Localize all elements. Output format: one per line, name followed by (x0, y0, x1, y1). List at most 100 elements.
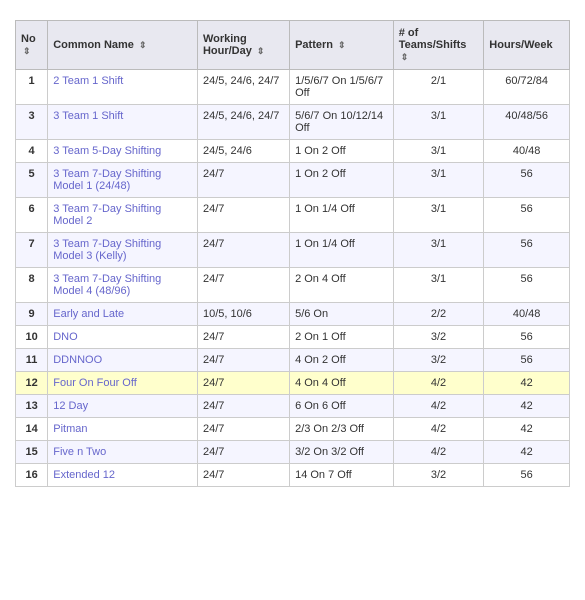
cell-hours: 42 (484, 395, 570, 418)
table-row: 14Pitman24/72/3 On 2/3 Off4/242 (16, 418, 570, 441)
main-container: No ⇕ Common Name ⇕ Working Hour/Day ⇕ Pa… (0, 0, 585, 507)
cell-no: 12 (16, 372, 48, 395)
cell-hours: 42 (484, 372, 570, 395)
table-row: 12Four On Four Off24/74 On 4 Off4/242 (16, 372, 570, 395)
cell-pattern: 1 On 2 Off (290, 140, 394, 163)
header-hours-label: Hours/Week (489, 39, 552, 51)
cell-working: 24/7 (197, 268, 289, 303)
cell-pattern: 14 On 7 Off (290, 464, 394, 487)
header-no-label: No (21, 33, 36, 45)
cell-name[interactable]: Four On Four Off (48, 372, 198, 395)
cell-hours: 42 (484, 441, 570, 464)
cell-pattern: 3/2 On 3/2 Off (290, 441, 394, 464)
cell-name[interactable]: Extended 12 (48, 464, 198, 487)
cell-working: 24/7 (197, 163, 289, 198)
col-header-pattern[interactable]: Pattern ⇕ (290, 21, 394, 70)
cell-hours: 40/48 (484, 303, 570, 326)
table-row: 63 Team 7-Day Shifting Model 224/71 On 1… (16, 198, 570, 233)
cell-name[interactable]: Early and Late (48, 303, 198, 326)
sort-arrow-name: ⇕ (139, 40, 147, 51)
header-pattern-label: Pattern (295, 39, 333, 51)
cell-no: 15 (16, 441, 48, 464)
cell-no: 7 (16, 233, 48, 268)
cell-name[interactable]: DDNNOO (48, 349, 198, 372)
cell-working: 24/7 (197, 233, 289, 268)
cell-no: 8 (16, 268, 48, 303)
cell-no: 10 (16, 326, 48, 349)
cell-teams: 4/2 (393, 395, 484, 418)
cell-teams: 4/2 (393, 441, 484, 464)
cell-name[interactable]: Pitman (48, 418, 198, 441)
cell-no: 9 (16, 303, 48, 326)
cell-working: 24/7 (197, 198, 289, 233)
cell-name[interactable]: 3 Team 7-Day Shifting Model 1 (24/48) (48, 163, 198, 198)
cell-no: 13 (16, 395, 48, 418)
cell-teams: 4/2 (393, 372, 484, 395)
cell-no: 4 (16, 140, 48, 163)
cell-teams: 3/2 (393, 349, 484, 372)
sort-arrow-working: ⇕ (257, 46, 265, 57)
cell-name[interactable]: 3 Team 7-Day Shifting Model 3 (Kelly) (48, 233, 198, 268)
cell-no: 16 (16, 464, 48, 487)
cell-pattern: 4 On 2 Off (290, 349, 394, 372)
cell-teams: 3/1 (393, 268, 484, 303)
table-row: 53 Team 7-Day Shifting Model 1 (24/48)24… (16, 163, 570, 198)
cell-teams: 2/2 (393, 303, 484, 326)
cell-teams: 3/1 (393, 198, 484, 233)
header-name-label: Common Name (53, 39, 134, 51)
cell-pattern: 5/6/7 On 10/12/14 Off (290, 105, 394, 140)
col-header-no[interactable]: No ⇕ (16, 21, 48, 70)
cell-pattern: 1 On 1/4 Off (290, 198, 394, 233)
cell-hours: 40/48/56 (484, 105, 570, 140)
cell-working: 24/7 (197, 464, 289, 487)
cell-hours: 56 (484, 326, 570, 349)
table-row: 9Early and Late10/5, 10/65/6 On2/240/48 (16, 303, 570, 326)
cell-pattern: 2/3 On 2/3 Off (290, 418, 394, 441)
cell-hours: 40/48 (484, 140, 570, 163)
cell-name[interactable]: 3 Team 5-Day Shifting (48, 140, 198, 163)
sort-arrow-teams: ⇕ (401, 52, 409, 63)
col-header-working[interactable]: Working Hour/Day ⇕ (197, 21, 289, 70)
table-body: 12 Team 1 Shift24/5, 24/6, 24/71/5/6/7 O… (16, 70, 570, 487)
cell-working: 24/7 (197, 349, 289, 372)
cell-teams: 2/1 (393, 70, 484, 105)
cell-pattern: 1 On 2 Off (290, 163, 394, 198)
cell-teams: 4/2 (393, 418, 484, 441)
cell-name[interactable]: DNO (48, 326, 198, 349)
table-row: 83 Team 7-Day Shifting Model 4 (48/96)24… (16, 268, 570, 303)
cell-hours: 56 (484, 268, 570, 303)
header-working-label: Working Hour/Day (203, 33, 252, 57)
cell-working: 24/7 (197, 372, 289, 395)
cell-working: 24/5, 24/6, 24/7 (197, 105, 289, 140)
cell-name[interactable]: Five n Two (48, 441, 198, 464)
cell-working: 24/7 (197, 418, 289, 441)
cell-pattern: 1 On 1/4 Off (290, 233, 394, 268)
cell-working: 24/5, 24/6, 24/7 (197, 70, 289, 105)
cell-working: 24/5, 24/6 (197, 140, 289, 163)
table-row: 16Extended 1224/714 On 7 Off3/256 (16, 464, 570, 487)
cell-working: 24/7 (197, 326, 289, 349)
cell-teams: 3/2 (393, 326, 484, 349)
cell-name[interactable]: 3 Team 1 Shift (48, 105, 198, 140)
cell-working: 24/7 (197, 441, 289, 464)
col-header-teams[interactable]: # of Teams/Shifts ⇕ (393, 21, 484, 70)
cell-name[interactable]: 3 Team 7-Day Shifting Model 4 (48/96) (48, 268, 198, 303)
table-row: 33 Team 1 Shift24/5, 24/6, 24/75/6/7 On … (16, 105, 570, 140)
table-row: 73 Team 7-Day Shifting Model 3 (Kelly)24… (16, 233, 570, 268)
cell-pattern: 2 On 4 Off (290, 268, 394, 303)
cell-teams: 3/2 (393, 464, 484, 487)
cell-name[interactable]: 12 Day (48, 395, 198, 418)
cell-pattern: 1/5/6/7 On 1/5/6/7 Off (290, 70, 394, 105)
cell-hours: 60/72/84 (484, 70, 570, 105)
cell-teams: 3/1 (393, 233, 484, 268)
sort-arrow-no: ⇕ (23, 46, 31, 57)
cell-teams: 3/1 (393, 105, 484, 140)
col-header-name[interactable]: Common Name ⇕ (48, 21, 198, 70)
table-row: 15Five n Two24/73/2 On 3/2 Off4/242 (16, 441, 570, 464)
cell-teams: 3/1 (393, 163, 484, 198)
header-teams-label: # of Teams/Shifts (399, 27, 467, 51)
cell-name[interactable]: 3 Team 7-Day Shifting Model 2 (48, 198, 198, 233)
table-row: 1312 Day24/76 On 6 Off4/242 (16, 395, 570, 418)
col-header-hours[interactable]: Hours/Week (484, 21, 570, 70)
cell-name[interactable]: 2 Team 1 Shift (48, 70, 198, 105)
